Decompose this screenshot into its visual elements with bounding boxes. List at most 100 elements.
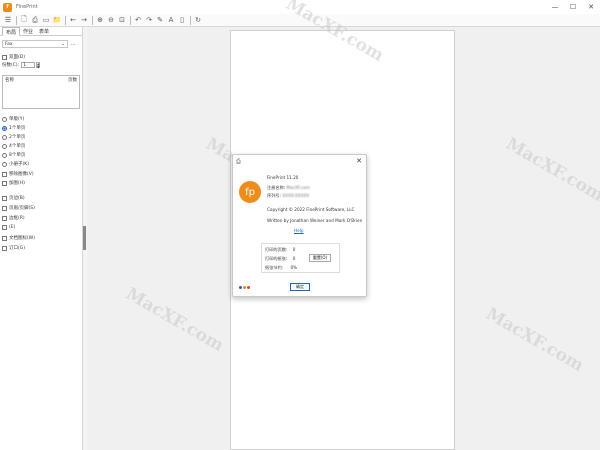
checkbox[interactable] xyxy=(2,215,7,221)
printed-pages-label: 打印的页数: xyxy=(265,247,288,252)
saved-pages-value: 0 xyxy=(292,256,296,261)
help-link[interactable]: Help xyxy=(294,228,304,233)
duplex-option[interactable]: 双面(D) xyxy=(2,54,25,60)
column-header-pages: 页数 xyxy=(68,78,77,83)
radio-button[interactable] xyxy=(2,152,7,158)
check-option[interactable]: 页边(B) xyxy=(2,195,25,201)
layout-option-label: 2个单页 xyxy=(9,135,26,140)
layout-option[interactable]: 2个单页 xyxy=(2,134,25,140)
panel-tabs: 布局 作业 表单 xyxy=(0,27,82,36)
page-icon[interactable]: ▭ xyxy=(41,15,51,25)
checkbox[interactable] xyxy=(2,171,7,177)
tab-job[interactable]: 作业 xyxy=(20,27,36,35)
window-title: FinePrint xyxy=(16,4,38,10)
fineprint-app-icon: f xyxy=(3,2,12,12)
refresh-icon[interactable]: ↻ xyxy=(193,15,203,25)
serial-row: 序列号: XXXX-XXXXX xyxy=(267,193,309,199)
check-option[interactable]: 加图(H) xyxy=(2,180,25,186)
printer-select[interactable]: Fax ⌄ xyxy=(2,40,68,48)
toolbar-separator xyxy=(190,15,191,25)
more-options-button[interactable]: ... xyxy=(68,41,78,47)
folder-icon[interactable]: 📁 xyxy=(52,15,62,25)
check-option-label: 订口(G) xyxy=(9,246,25,251)
checkbox[interactable] xyxy=(2,225,7,230)
check-option-label: 文档图标(W) xyxy=(9,236,35,241)
print-icon[interactable]: ⎙ xyxy=(30,15,40,25)
check-option[interactable]: 页眉/页脚(S) xyxy=(2,205,35,211)
check-option[interactable]: 边框(R) xyxy=(2,215,25,221)
radio-button[interactable] xyxy=(2,116,7,122)
savings-label: 纸张节约: xyxy=(265,265,284,270)
maximize-button[interactable]: ☐ xyxy=(564,0,582,14)
redo-icon[interactable]: ↷ xyxy=(144,15,154,25)
copies-input[interactable]: 1 xyxy=(21,62,36,68)
savings-row: 纸张节约: 0% xyxy=(265,265,297,271)
job-list[interactable]: 名称 页数 xyxy=(2,75,80,109)
version-text: FinePrint 11.20 xyxy=(267,175,299,180)
check-option[interactable]: 文档图标(W) xyxy=(2,235,35,241)
panel-splitter-handle[interactable] xyxy=(83,226,86,250)
printed-pages-row: 打印的页数: 0 xyxy=(265,247,295,253)
checkbox[interactable] xyxy=(2,235,7,241)
fit-page-icon[interactable]: ⊡ xyxy=(117,15,127,25)
back-arrow-icon[interactable]: ← xyxy=(68,15,78,25)
check-option[interactable]: (E) xyxy=(2,225,15,230)
checkbox[interactable] xyxy=(2,195,7,201)
ok-button[interactable]: 确定 xyxy=(290,283,310,291)
close-button[interactable]: ✕ xyxy=(582,0,600,14)
serial-value: XXXX-XXXXX xyxy=(282,193,310,198)
radio-button-checked[interactable] xyxy=(2,125,7,131)
column-header-name: 名称 xyxy=(5,78,14,83)
radio-button[interactable] xyxy=(2,161,7,167)
copies-label: 份数(C): xyxy=(2,63,20,68)
forward-arrow-icon[interactable]: → xyxy=(79,15,89,25)
check-option-label: 移除图像(V) xyxy=(9,172,34,177)
printer-row: Fax ⌄ ... xyxy=(2,40,79,48)
serial-label: 序列号: xyxy=(267,193,281,198)
checkbox[interactable] xyxy=(2,205,7,211)
authors-text: Written by Jonathan Weiner and Mark O'Br… xyxy=(267,218,363,223)
tab-forms[interactable]: 表单 xyxy=(36,27,52,35)
check-option[interactable]: 订口(G) xyxy=(2,245,25,251)
pen-icon[interactable]: ✎ xyxy=(155,15,165,25)
checkbox[interactable] xyxy=(2,180,7,186)
radio-button[interactable] xyxy=(2,134,7,140)
about-dialog: ⎙ ✕ fp FinePrint 11.20 注册名称: MacXF.com 序… xyxy=(232,154,367,297)
new-icon[interactable]: 🗋 xyxy=(19,15,29,25)
copies-spinner[interactable]: ▲ ▼ xyxy=(36,62,41,69)
check-option-label: (E) xyxy=(9,225,16,230)
savings-value: 0% xyxy=(290,265,298,270)
text-tool-icon[interactable]: A xyxy=(166,15,176,25)
chevron-down-icon: ⌄ xyxy=(61,41,65,47)
printed-pages-value: 0 xyxy=(292,247,296,252)
duplex-label: 双面(D) xyxy=(9,55,25,60)
dialog-close-button[interactable]: ✕ xyxy=(356,157,362,165)
minimize-button[interactable]: — xyxy=(546,0,564,14)
tab-layout[interactable]: 布局 xyxy=(2,27,21,36)
layout-option[interactable]: 1个单页 xyxy=(2,125,25,131)
layout-option[interactable]: 4个单页 xyxy=(2,143,25,149)
reset-button[interactable]: 重置(O) xyxy=(309,254,331,262)
zoom-out-icon[interactable]: ⊖ xyxy=(106,15,116,25)
copyright-text: Copyright © 2022 FinePrint Software, LLC xyxy=(267,207,355,212)
brand-dots-icon xyxy=(239,286,251,289)
radio-button[interactable] xyxy=(2,143,7,149)
toolbar-separator xyxy=(16,15,17,25)
layout-option-label: 1个单页 xyxy=(9,126,26,131)
check-option[interactable]: 移除图像(V) xyxy=(2,171,34,177)
menu-icon[interactable]: ☰ xyxy=(3,15,13,25)
layout-option-label: 4个单页 xyxy=(9,144,26,149)
settings-panel: 布局 作业 表单 Fax ⌄ ... 双面(D) 份数(C): 1 ▲ ▼ 名称 … xyxy=(0,27,83,450)
duplex-checkbox[interactable] xyxy=(2,54,7,60)
layout-option[interactable]: 8个单页 xyxy=(2,152,25,158)
layout-option[interactable]: 小册子(K) xyxy=(2,161,29,167)
blank-page-icon[interactable]: ▯ xyxy=(177,15,187,25)
copies-row: 份数(C): 1 ▲ ▼ xyxy=(2,62,41,69)
check-option-label: 边框(R) xyxy=(9,216,25,221)
zoom-in-icon[interactable]: ⊕ xyxy=(95,15,105,25)
checkbox[interactable] xyxy=(2,245,7,251)
undo-icon[interactable]: ↶ xyxy=(133,15,143,25)
printer-select-value: Fax xyxy=(5,41,13,47)
check-option-label: 页眉/页脚(S) xyxy=(9,206,35,211)
layout-option[interactable]: 单版(Y) xyxy=(2,116,24,122)
